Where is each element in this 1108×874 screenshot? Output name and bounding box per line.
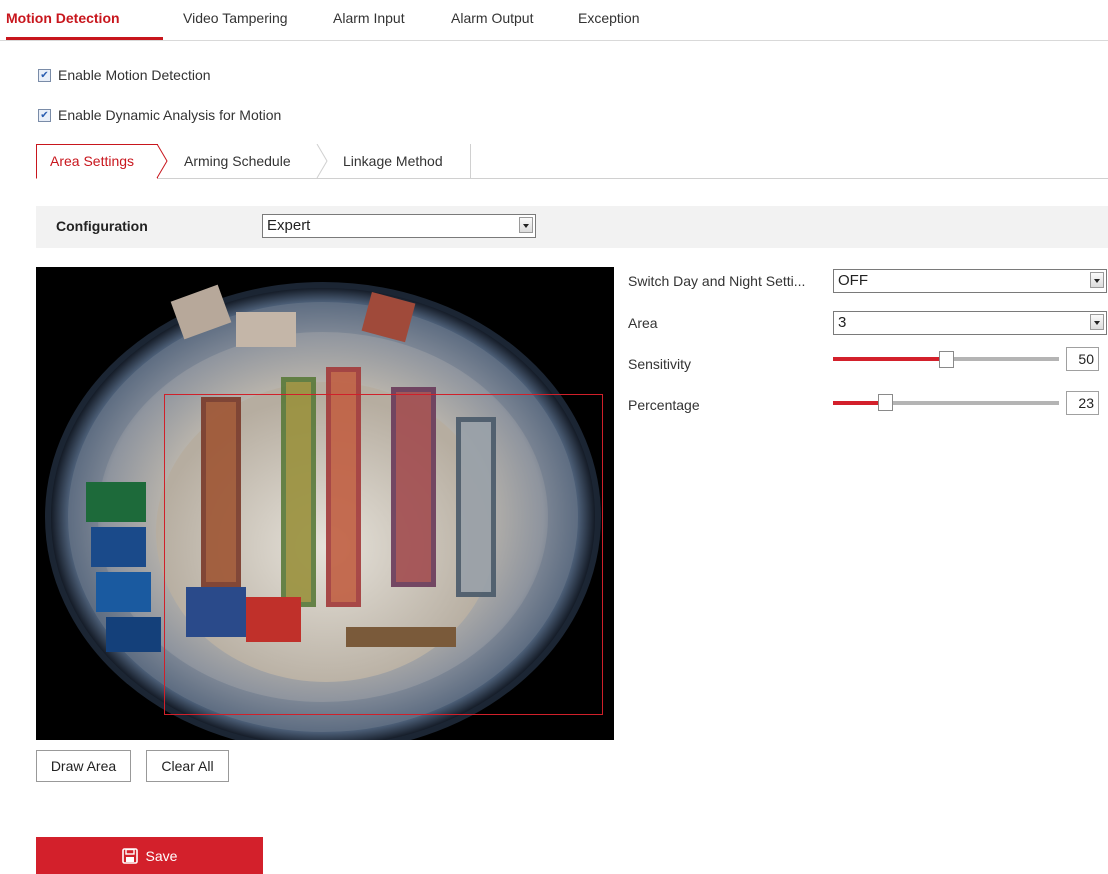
chevron-down-icon[interactable]	[1090, 272, 1104, 288]
tab-divider	[470, 144, 471, 178]
checkmark-icon: ✔	[40, 69, 49, 81]
enable-dynamic-analysis-checkbox[interactable]: ✔	[38, 108, 51, 122]
save-button[interactable]: Save	[36, 837, 263, 874]
tab-exception[interactable]: Exception	[578, 10, 639, 26]
percentage-slider-thumb[interactable]	[878, 394, 893, 411]
sub-tab-bar: Area Settings Arming Schedule Linkage Me…	[36, 144, 1108, 179]
percentage-value[interactable]: 23	[1066, 391, 1099, 415]
enable-dynamic-analysis-label: Enable Dynamic Analysis for Motion	[58, 107, 282, 123]
video-preview[interactable]	[36, 267, 614, 740]
area-label: Area	[628, 315, 658, 331]
clear-all-button[interactable]: Clear All	[146, 750, 229, 782]
configuration-bar: Configuration Expert	[36, 206, 1108, 248]
enable-motion-detection-row[interactable]: ✔ Enable Motion Detection	[38, 67, 211, 83]
top-tab-bar: Motion Detection Video Tampering Alarm I…	[0, 0, 1108, 41]
save-button-label: Save	[145, 847, 178, 864]
chevron-down-icon[interactable]	[1090, 314, 1104, 330]
active-tab-underline	[6, 37, 163, 40]
switch-day-night-label: Switch Day and Night Setti...	[628, 273, 806, 289]
checkmark-icon: ✔	[40, 109, 49, 121]
percentage-label: Percentage	[628, 397, 700, 413]
configuration-label: Configuration	[56, 218, 148, 234]
area-select-value: 3	[838, 314, 847, 331]
tab-linkage-method[interactable]: Linkage Method	[343, 144, 443, 178]
sensitivity-slider-fill	[833, 357, 946, 361]
tab-arming-schedule[interactable]: Arming Schedule	[184, 144, 291, 178]
tab-motion-detection[interactable]: Motion Detection	[6, 10, 120, 26]
draw-area-button[interactable]: Draw Area	[36, 750, 131, 782]
floppy-disk-icon	[121, 847, 138, 864]
enable-motion-detection-label: Enable Motion Detection	[58, 67, 211, 83]
sensitivity-label: Sensitivity	[628, 356, 692, 372]
tab-separator-chevron	[156, 144, 168, 178]
sensitivity-slider-thumb[interactable]	[939, 351, 954, 368]
enable-motion-detection-checkbox[interactable]: ✔	[38, 68, 51, 82]
chevron-down-icon[interactable]	[519, 217, 533, 233]
tab-video-tampering[interactable]: Video Tampering	[183, 10, 288, 26]
enable-dynamic-analysis-row[interactable]: ✔ Enable Dynamic Analysis for Motion	[38, 107, 281, 123]
switch-day-night-select[interactable]: OFF	[833, 269, 1107, 293]
sensitivity-value[interactable]: 50	[1066, 347, 1099, 371]
configuration-select-value: Expert	[267, 217, 311, 234]
motion-detection-area[interactable]	[164, 394, 603, 715]
tab-alarm-input[interactable]: Alarm Input	[333, 10, 405, 26]
area-select[interactable]: 3	[833, 311, 1107, 335]
switch-day-night-value: OFF	[838, 272, 868, 289]
tab-alarm-output[interactable]: Alarm Output	[451, 10, 533, 26]
configuration-select[interactable]: Expert	[262, 214, 536, 238]
tab-separator-chevron	[316, 144, 328, 178]
tab-area-settings[interactable]: Area Settings	[36, 144, 158, 179]
